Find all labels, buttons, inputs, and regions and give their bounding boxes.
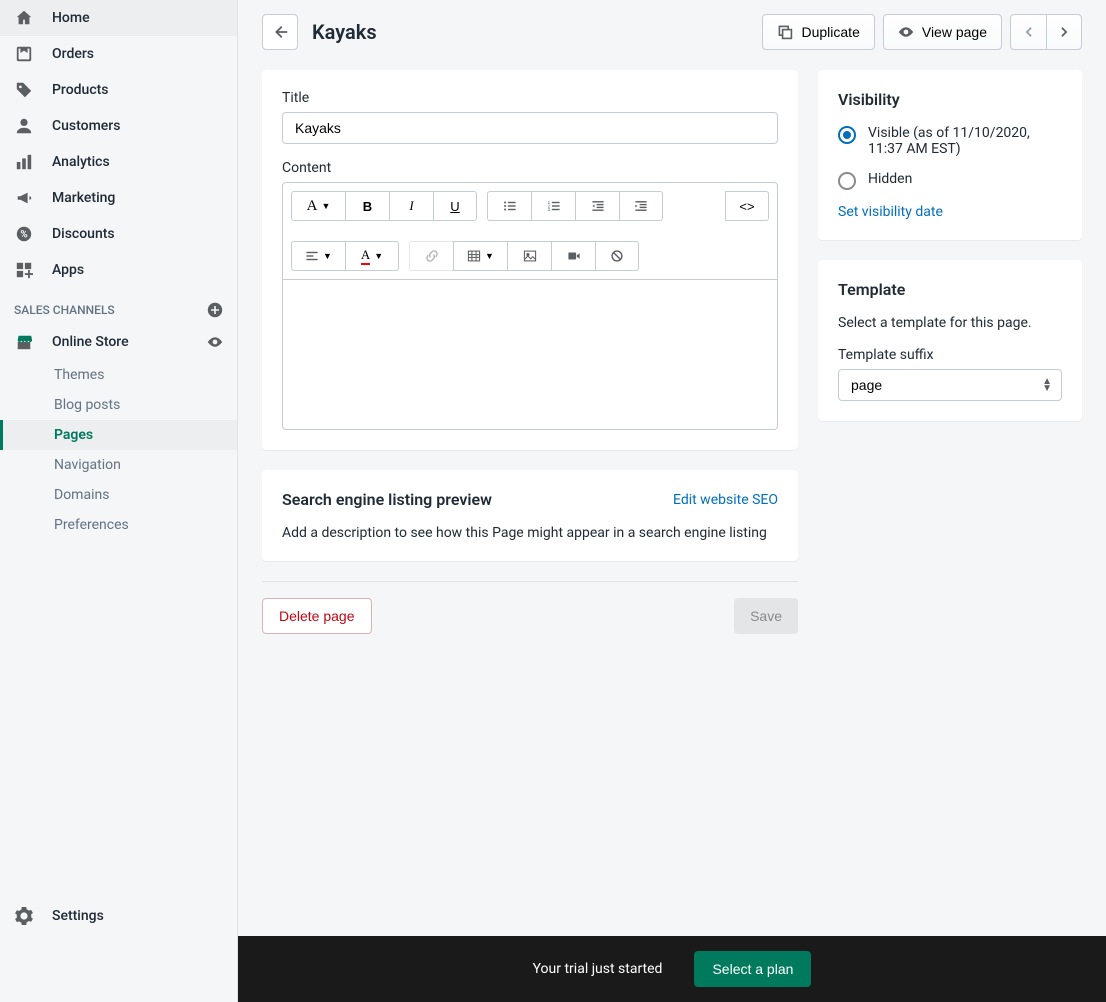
- divider: [262, 581, 798, 582]
- seo-heading: Search engine listing preview: [282, 490, 492, 509]
- template-card: Template Select a template for this page…: [818, 260, 1082, 421]
- gear-icon: [14, 906, 34, 926]
- duplicate-button[interactable]: Duplicate: [762, 14, 874, 50]
- select-plan-button[interactable]: Select a plan: [694, 951, 811, 987]
- nav-label: Home: [52, 10, 90, 26]
- nav-label: Customers: [52, 118, 120, 134]
- radio-visible[interactable]: [838, 126, 856, 144]
- italic-button[interactable]: I: [389, 191, 433, 221]
- view-page-button[interactable]: View page: [883, 14, 1002, 50]
- visibility-visible-option[interactable]: Visible (as of 11/10/2020, 11:37 AM EST): [838, 125, 1062, 157]
- discount-icon: %: [14, 224, 34, 244]
- svg-text:%: %: [20, 230, 27, 241]
- template-suffix-select[interactable]: page: [838, 369, 1062, 401]
- megaphone-icon: [14, 188, 34, 208]
- template-suffix-label: Template suffix: [838, 347, 1062, 363]
- content-label: Content: [282, 160, 778, 176]
- nav-home[interactable]: Home: [0, 0, 237, 36]
- bold-button[interactable]: B: [345, 191, 389, 221]
- visibility-hidden-option[interactable]: Hidden: [838, 171, 1062, 190]
- set-visibility-date-link[interactable]: Set visibility date: [838, 204, 943, 220]
- prev-page-button[interactable]: [1010, 14, 1046, 50]
- editor-textarea[interactable]: [283, 279, 777, 429]
- nav-label: Products: [52, 82, 109, 98]
- trial-text: Your trial just started: [533, 961, 663, 977]
- sidebar: Home Orders Products Customers Analytics…: [0, 0, 238, 1002]
- home-icon: [14, 8, 34, 28]
- store-icon: [14, 332, 34, 352]
- nav-products[interactable]: Products: [0, 72, 237, 108]
- table-button[interactable]: ▼: [453, 241, 507, 271]
- trial-bar: Your trial just started Select a plan: [238, 936, 1106, 1002]
- video-button[interactable]: [551, 241, 595, 271]
- visibility-card: Visibility Visible (as of 11/10/2020, 11…: [818, 70, 1082, 240]
- nav-label: Orders: [52, 46, 94, 62]
- nav-label: Apps: [52, 262, 84, 278]
- link-button[interactable]: [409, 241, 453, 271]
- title-content-card: Title Content A▼ B I U 123: [262, 70, 798, 450]
- sub-preferences[interactable]: Preferences: [0, 510, 237, 540]
- footer-actions: Delete page Save: [262, 598, 798, 634]
- nav-label: Discounts: [52, 226, 115, 242]
- template-heading: Template: [838, 280, 1062, 299]
- duplicate-icon: [777, 24, 793, 40]
- nav-label: Analytics: [52, 154, 110, 170]
- clear-format-button[interactable]: [595, 241, 639, 271]
- add-channel-icon[interactable]: [207, 302, 223, 318]
- underline-button[interactable]: U: [433, 191, 477, 221]
- sub-pages[interactable]: Pages: [0, 420, 237, 450]
- tag-icon: [14, 80, 34, 100]
- indent-button[interactable]: [619, 191, 663, 221]
- person-icon: [14, 116, 34, 136]
- nav-settings[interactable]: Settings: [0, 898, 237, 934]
- sub-blog-posts[interactable]: Blog posts: [0, 390, 237, 420]
- channel-label: Online Store: [52, 334, 129, 350]
- edit-seo-link[interactable]: Edit website SEO: [673, 492, 778, 508]
- eye-icon[interactable]: [207, 334, 223, 350]
- delete-page-button[interactable]: Delete page: [262, 598, 372, 634]
- nav-orders[interactable]: Orders: [0, 36, 237, 72]
- page-header: Kayaks Duplicate View page: [262, 14, 1082, 50]
- analytics-icon: [14, 152, 34, 172]
- title-label: Title: [282, 90, 778, 106]
- bullet-list-button[interactable]: [487, 191, 531, 221]
- next-page-button[interactable]: [1046, 14, 1082, 50]
- number-list-button[interactable]: 123: [531, 191, 575, 221]
- image-button[interactable]: [507, 241, 551, 271]
- text-color-button[interactable]: A▼: [345, 241, 399, 271]
- editor-toolbar: A▼ B I U 123 <>: [283, 183, 777, 279]
- title-input[interactable]: [282, 112, 778, 144]
- sub-themes[interactable]: Themes: [0, 360, 237, 390]
- seo-description: Add a description to see how this Page m…: [282, 525, 778, 541]
- svg-text:3: 3: [547, 207, 550, 212]
- nav-customers[interactable]: Customers: [0, 108, 237, 144]
- visibility-heading: Visibility: [838, 90, 1062, 109]
- nav-label: Marketing: [52, 190, 115, 206]
- save-button[interactable]: Save: [734, 598, 798, 634]
- template-subtext: Select a template for this page.: [838, 315, 1062, 331]
- align-button[interactable]: ▼: [291, 241, 345, 271]
- section-label: SALES CHANNELS: [14, 303, 115, 317]
- content-editor: A▼ B I U 123 <>: [282, 182, 778, 430]
- radio-hidden[interactable]: [838, 172, 856, 190]
- eye-icon: [898, 24, 914, 40]
- orders-icon: [14, 44, 34, 64]
- seo-card: Search engine listing preview Edit websi…: [262, 470, 798, 561]
- format-button[interactable]: A▼: [291, 191, 345, 221]
- back-button[interactable]: [262, 14, 298, 50]
- sub-navigation[interactable]: Navigation: [0, 450, 237, 480]
- main-content: Kayaks Duplicate View page Title Content: [238, 0, 1106, 936]
- page-title: Kayaks: [312, 20, 377, 44]
- sales-channels-header: SALES CHANNELS: [0, 288, 237, 324]
- apps-icon: [14, 260, 34, 280]
- nav-apps[interactable]: Apps: [0, 252, 237, 288]
- html-button[interactable]: <>: [725, 191, 769, 221]
- nav-discounts[interactable]: % Discounts: [0, 216, 237, 252]
- sub-domains[interactable]: Domains: [0, 480, 237, 510]
- settings-label: Settings: [52, 908, 104, 924]
- nav-marketing[interactable]: Marketing: [0, 180, 237, 216]
- nav-online-store[interactable]: Online Store: [0, 324, 237, 360]
- nav-analytics[interactable]: Analytics: [0, 144, 237, 180]
- outdent-button[interactable]: [575, 191, 619, 221]
